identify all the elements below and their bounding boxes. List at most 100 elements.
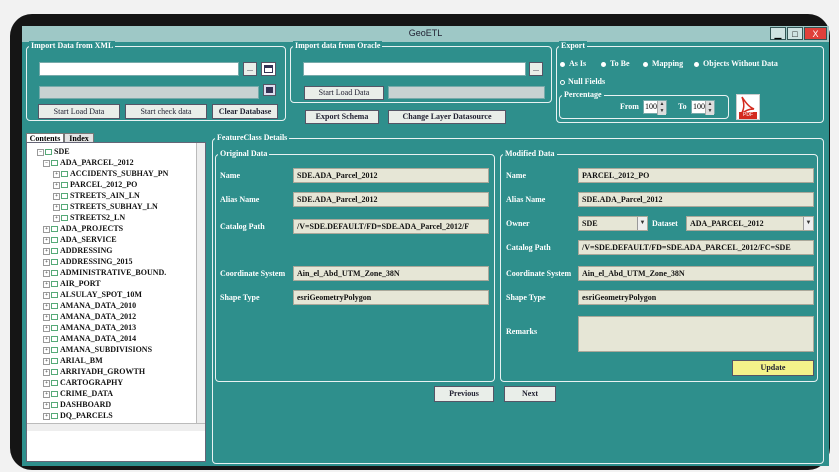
next-button[interactable]: Next xyxy=(504,386,556,402)
tree-root[interactable]: − SDE xyxy=(37,146,70,157)
tree-item[interactable]: + ADDRESSING_2015 xyxy=(43,256,132,267)
tree-item[interactable]: + AIR_PORT xyxy=(43,278,101,289)
tree-item[interactable]: − ADA_PARCEL_2012 xyxy=(43,157,134,168)
radio-to-be[interactable]: To Be xyxy=(601,59,630,69)
tree-item[interactable]: + ALSULAY_SPOT_10M xyxy=(43,289,142,300)
tree-horizontal-scrollbar[interactable] xyxy=(27,423,205,431)
expand-icon[interactable]: + xyxy=(43,412,50,420)
pdf-export-icon[interactable]: PDF xyxy=(736,94,760,120)
tree-item[interactable]: + ADA_SERVICE xyxy=(43,234,117,245)
dataset-icon xyxy=(51,325,58,332)
radio-as-is[interactable]: As Is xyxy=(560,59,586,69)
tree-item[interactable]: + ADA_PROJECTS xyxy=(43,223,123,234)
expand-icon[interactable]: + xyxy=(43,346,50,354)
dataset-dropdown[interactable]: ADA_PARCEL_2012 ▼ xyxy=(686,216,814,231)
radio-mapping[interactable]: Mapping xyxy=(643,59,683,69)
expand-icon[interactable]: + xyxy=(53,170,60,178)
tree-vertical-scrollbar[interactable] xyxy=(196,143,205,423)
expand-icon[interactable]: + xyxy=(53,192,60,200)
expand-icon[interactable]: + xyxy=(43,225,50,233)
clear-database-button[interactable]: Clear Database xyxy=(212,104,278,119)
xml-start-load-button[interactable]: Start Load Data xyxy=(38,104,120,119)
expand-icon[interactable]: + xyxy=(43,379,50,387)
original-data-legend: Original Data xyxy=(218,149,270,159)
layer-tree[interactable]: − SDE − ADA_PARCEL_2012 + ACCIDENTS_SUBHAY_… xyxy=(26,142,206,462)
tree-item[interactable]: + CARTOGRAPHY xyxy=(43,377,123,388)
expand-icon[interactable]: + xyxy=(43,390,50,398)
checkbox-null-fields[interactable]: Null Fields xyxy=(560,77,605,87)
xml-path-input[interactable] xyxy=(39,62,239,76)
expand-icon[interactable]: + xyxy=(43,335,50,343)
export-schema-button[interactable]: Export Schema xyxy=(305,110,379,124)
dataset-icon xyxy=(51,292,58,299)
tree-item[interactable]: + ARIAL_BM xyxy=(43,355,103,366)
oracle-connection-input[interactable] xyxy=(303,62,526,76)
tree-item[interactable]: + AMANA_DATA_2014 xyxy=(43,333,136,344)
expand-icon[interactable]: + xyxy=(43,324,50,332)
collapse-icon[interactable]: − xyxy=(37,148,44,156)
expand-icon[interactable]: + xyxy=(53,214,60,222)
from-spinner[interactable]: 100 ▲ ▼ xyxy=(643,100,667,115)
tree-item[interactable]: + ADDRESSING xyxy=(43,245,112,256)
dataset-icon xyxy=(51,237,58,244)
modified-catalog-field[interactable]: /V=SDE.DEFAULT/FD=SDE.ADA_PARCEL_2012/FC… xyxy=(578,240,814,255)
radio-objects-without-data[interactable]: Objects Without Data xyxy=(694,59,778,69)
chevron-down-icon[interactable]: ▼ xyxy=(637,217,647,230)
expand-icon[interactable]: + xyxy=(43,280,50,288)
expand-icon[interactable]: + xyxy=(43,368,50,376)
update-button[interactable]: Update xyxy=(732,360,814,376)
minimize-button[interactable]: ▁ xyxy=(770,27,786,40)
window-title: GeoETL xyxy=(408,28,443,38)
expand-icon[interactable]: + xyxy=(53,181,60,189)
original-alias-label: Alias Name xyxy=(220,195,260,204)
tree-item[interactable]: + ARRIYADH_GROWTH xyxy=(43,366,145,377)
modified-coordinate-field[interactable]: Ain_el_Abd_UTM_Zone_38N xyxy=(578,266,814,281)
tree-item[interactable]: + PARCEL_2012_PO xyxy=(53,179,137,190)
spinner-arrows-icon[interactable]: ▲ ▼ xyxy=(657,101,666,115)
modified-alias-field[interactable]: SDE.ADA_Parcel_2012 xyxy=(578,192,814,207)
expand-icon[interactable]: + xyxy=(43,357,50,365)
expand-icon[interactable]: + xyxy=(53,203,60,211)
tree-item[interactable]: + AMANA_DATA_2013 xyxy=(43,322,136,333)
xml-window-icon[interactable] xyxy=(261,62,276,76)
chevron-down-icon[interactable]: ▼ xyxy=(803,217,813,230)
expand-icon[interactable]: + xyxy=(43,291,50,299)
oracle-browse-button[interactable]: ... xyxy=(529,62,543,76)
tree-item[interactable]: + AMANA_DATA_2012 xyxy=(43,311,136,322)
expand-icon[interactable]: + xyxy=(43,302,50,310)
tree-item[interactable]: + DQ_PARCELS xyxy=(43,410,113,421)
spinner-arrows-icon[interactable]: ▲ ▼ xyxy=(705,101,714,115)
owner-dropdown[interactable]: SDE ▼ xyxy=(578,216,648,231)
expand-icon[interactable]: + xyxy=(43,236,50,244)
tree-item[interactable]: + AMANA_DATA_2010 xyxy=(43,300,136,311)
featureclass-icon xyxy=(61,215,68,222)
expand-icon[interactable]: + xyxy=(43,401,50,409)
collapse-icon[interactable]: − xyxy=(43,159,50,167)
maximize-button[interactable]: □ xyxy=(787,27,803,40)
tree-item[interactable]: + CRIME_DATA xyxy=(43,388,113,399)
expand-icon[interactable]: + xyxy=(43,247,50,255)
tree-item[interactable]: + STREETS2_LN xyxy=(53,212,125,223)
xml-browse-button[interactable]: ... xyxy=(243,62,257,76)
pdf-badge: PDF xyxy=(739,112,757,119)
tree-item[interactable]: + AMANA_SUBDIVISIONS xyxy=(43,344,152,355)
remarks-textarea[interactable] xyxy=(578,316,814,352)
tree-item[interactable]: + ACCIDENTS_SUBHAY_PN xyxy=(53,168,168,179)
close-button[interactable]: X xyxy=(804,27,827,40)
expand-icon[interactable]: + xyxy=(43,313,50,321)
expand-icon[interactable]: + xyxy=(43,258,50,266)
tree-item[interactable]: + DASHBOARD xyxy=(43,399,111,410)
tree-item[interactable]: + ADMINISTRATIVE_BOUND. xyxy=(43,267,166,278)
xml-start-check-button[interactable]: Start check data xyxy=(125,104,207,119)
oracle-start-load-button[interactable]: Start Load Data xyxy=(304,86,384,100)
tree-item[interactable]: + STREETS_AIN_LN xyxy=(53,190,140,201)
tree-item[interactable]: + STREETS_SUBHAY_LN xyxy=(53,201,158,212)
to-spinner[interactable]: 100 ▲ ▼ xyxy=(691,100,715,115)
oracle-progress-field xyxy=(388,86,545,99)
modified-shape-field[interactable]: esriGeometryPolygon xyxy=(578,290,814,305)
change-layer-datasource-button[interactable]: Change Layer Datasource xyxy=(388,110,506,124)
previous-button[interactable]: Previous xyxy=(434,386,494,402)
expand-icon[interactable]: + xyxy=(43,269,50,277)
modified-name-field[interactable]: PARCEL_2012_PO xyxy=(578,168,814,183)
disk-icon[interactable] xyxy=(263,84,276,96)
